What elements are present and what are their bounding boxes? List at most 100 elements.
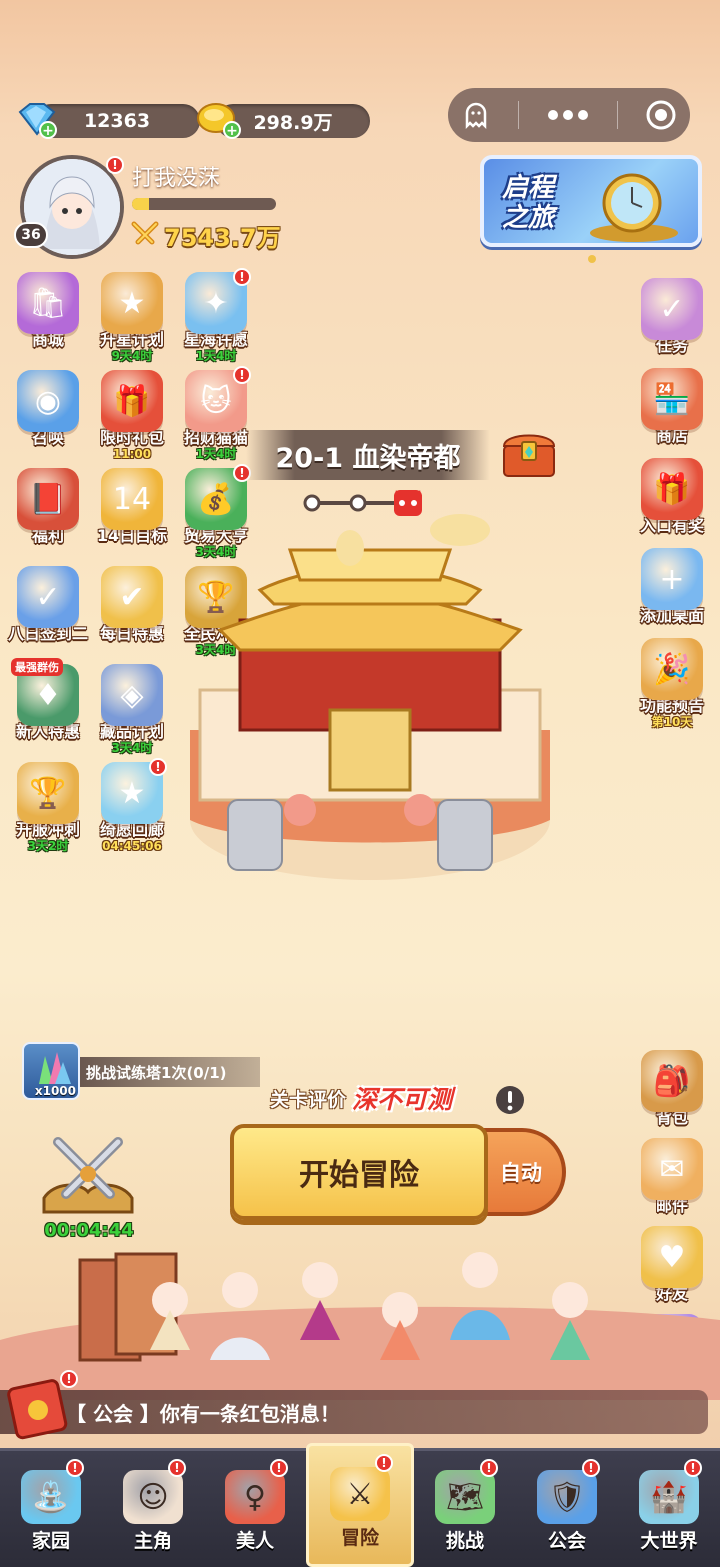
nav-hero-portrait[interactable]: ☺! 主角 [102, 1451, 204, 1567]
entry-gift-icon: 🎁 [641, 458, 703, 520]
alert-dot: ! [375, 1454, 393, 1472]
alert-dot: ! [149, 758, 167, 776]
palace-scene [190, 514, 550, 880]
server-trophy-icon: 🏆 [17, 762, 79, 824]
activity-timer: 3天4时 [111, 741, 153, 755]
guild-message-bar[interactable]: 【 公会 】你有一条红包消息！ [0, 1390, 708, 1434]
nav-label: 家园 [31, 1530, 70, 1552]
alert-dot: ! [66, 1459, 84, 1477]
menu-task-clipboard[interactable]: ✓ 任务 [630, 278, 714, 356]
activity-timer: 1天4时 [195, 349, 237, 363]
nav-label: 公会 [547, 1530, 586, 1552]
hero-portrait-icon: ☺ [123, 1470, 183, 1524]
nav-label: 冒险 [340, 1527, 379, 1549]
nav-challenge-map[interactable]: 🗺! 挑战 [414, 1451, 516, 1567]
activity-17[interactable]: ★! 绮愿回廊 04:45:06 [90, 758, 174, 853]
add-desktop-icon: + [641, 548, 703, 610]
alert-dot: ! [684, 1459, 702, 1477]
quest-text-bar[interactable]: 挑战试练塔1次(0/1) [80, 1057, 260, 1087]
start-adventure-button[interactable]: 开始冒险 [230, 1124, 488, 1220]
exp-bar-fill [132, 198, 150, 210]
gift-box-icon: 🎁 [101, 370, 163, 432]
activity-11[interactable]: ✔ 每日特惠 [90, 566, 174, 656]
guild-message: 【 公会 】你有一条红包消息！ [66, 1401, 340, 1426]
challenge-map-icon: 🗺 [435, 1470, 495, 1524]
nav-guild-shield[interactable]: 🛡! 公会 [516, 1451, 618, 1567]
more-dots-icon[interactable] [546, 108, 590, 122]
activity-3[interactable]: ✦! 星海许愿 1天4时 [174, 268, 258, 363]
newbie-hero-icon: ♦ 最强群伤 [11, 658, 79, 726]
miniprogram-capsule [448, 88, 690, 142]
rating-value: 深不可测 [352, 1085, 453, 1114]
red-envelope-icon[interactable] [6, 1376, 70, 1440]
nav-adventure-sword[interactable]: ⚔! 冒险 [306, 1443, 414, 1567]
activity-7[interactable]: 📕 福利 [6, 468, 90, 558]
wish-bottle-icon: ✦! [185, 268, 251, 334]
alert-dot: ! [233, 268, 251, 286]
activity-14[interactable]: ◈ 藏品计划 3天4时 [90, 664, 174, 754]
ghost-icon[interactable] [461, 100, 491, 130]
gem-counter[interactable]: 12363 + [14, 100, 200, 140]
treasure-chest-icon[interactable] [498, 424, 560, 480]
right-menu-icons: ✓ 任务 🏪 商店 🎁 入口有奖 + 添加桌面 🎉 功能预告 第10天 [630, 278, 714, 728]
menu-mail[interactable]: ✉ 邮件 [630, 1138, 714, 1216]
stage-title: 20-1 血染帝都 [275, 442, 461, 474]
activity-timer: 3天2时 [27, 839, 69, 853]
nav-beauty-portrait[interactable]: ♀! 美人 [204, 1451, 306, 1567]
welfare-book-icon: 📕 [17, 468, 79, 530]
sign-in-card-icon: ✓ [17, 566, 79, 628]
activity-2[interactable]: ★ 升星计划 9天4时 [90, 272, 174, 362]
menu-backpack[interactable]: 🎒 背包 [630, 1050, 714, 1128]
activity-5[interactable]: 🎁 限时礼包 11:00 [90, 370, 174, 460]
menu-feature-preview[interactable]: 🎉 功能预告 第10天 [630, 638, 714, 728]
reward-count: x1000 [34, 1084, 76, 1098]
nav-world-castle[interactable]: 🏰! 大世界 [618, 1451, 720, 1567]
menu-add-desktop[interactable]: + 添加桌面 [630, 548, 714, 626]
player-name: 打我没莯 [132, 166, 221, 191]
stage-title-banner: 20-1 血染帝都 [246, 430, 490, 480]
activity-timer: 1天4时 [195, 447, 237, 461]
banner-title: 启程之旅 [502, 173, 555, 233]
envelope-alert-dot: ! [60, 1370, 78, 1388]
menu-store-front[interactable]: 🏪 商店 [630, 368, 714, 446]
diamond-icon: + [18, 103, 57, 139]
alert-dot: ! [582, 1459, 600, 1477]
activity-timer: 04:45:06 [102, 839, 162, 853]
backpack-icon: 🎒 [641, 1050, 703, 1112]
gold-coin-icon: + [197, 103, 241, 139]
battle-chest[interactable] [36, 1128, 140, 1224]
start-label: 开始冒险 [299, 1158, 419, 1193]
info-icon[interactable] [494, 1084, 526, 1116]
gold-counter[interactable]: 298.9万 + [194, 100, 372, 140]
activity-1[interactable]: 🛍 商城 [6, 272, 90, 362]
activity-8[interactable]: 14 14日目标 [90, 468, 174, 558]
idle-timer: 00:04:44 [44, 1220, 134, 1241]
banner-page-dot [588, 255, 596, 263]
close-target-icon[interactable] [645, 99, 677, 131]
home-pond-icon: ⛲ [21, 1470, 81, 1524]
journey-banner[interactable]: 启程之旅 [480, 155, 702, 247]
menu-entry-gift[interactable]: 🎁 入口有奖 [630, 458, 714, 536]
world-castle-icon: 🏰 [639, 1470, 699, 1524]
alert-dot: ! [270, 1459, 288, 1477]
mail-icon: ✉ [641, 1138, 703, 1200]
quest-reward-item[interactable]: x1000 [22, 1042, 80, 1100]
fourteen-day-icon: 14 [101, 468, 163, 530]
svg-text:+: + [42, 123, 54, 139]
nav-label: 大世界 [640, 1530, 698, 1552]
nav-label: 美人 [235, 1530, 274, 1552]
beauty-portrait-icon: ♀ [225, 1470, 285, 1524]
rating-label: 关卡评价 [270, 1088, 347, 1111]
alert-dot: ! [233, 366, 251, 384]
alert-dot: ! [168, 1459, 186, 1477]
nav-home-pond[interactable]: ⛲! 家园 [0, 1451, 102, 1567]
hero-lineup [0, 1252, 720, 1400]
star-bubble-icon: ★! [101, 758, 167, 824]
activity-4[interactable]: ◉ 召唤 [6, 370, 90, 460]
daily-deal-icon: ✔ [101, 566, 163, 628]
activity-timer: 11:00 [112, 447, 152, 461]
promo-badge: 最强群伤 [11, 658, 63, 676]
activity-16[interactable]: 🏆 开服冲刺 3天2时 [6, 762, 90, 852]
activity-13[interactable]: ♦ 最强群伤 新人特惠 [6, 658, 90, 754]
activity-10[interactable]: ✓ 八日签到二 [6, 566, 90, 656]
